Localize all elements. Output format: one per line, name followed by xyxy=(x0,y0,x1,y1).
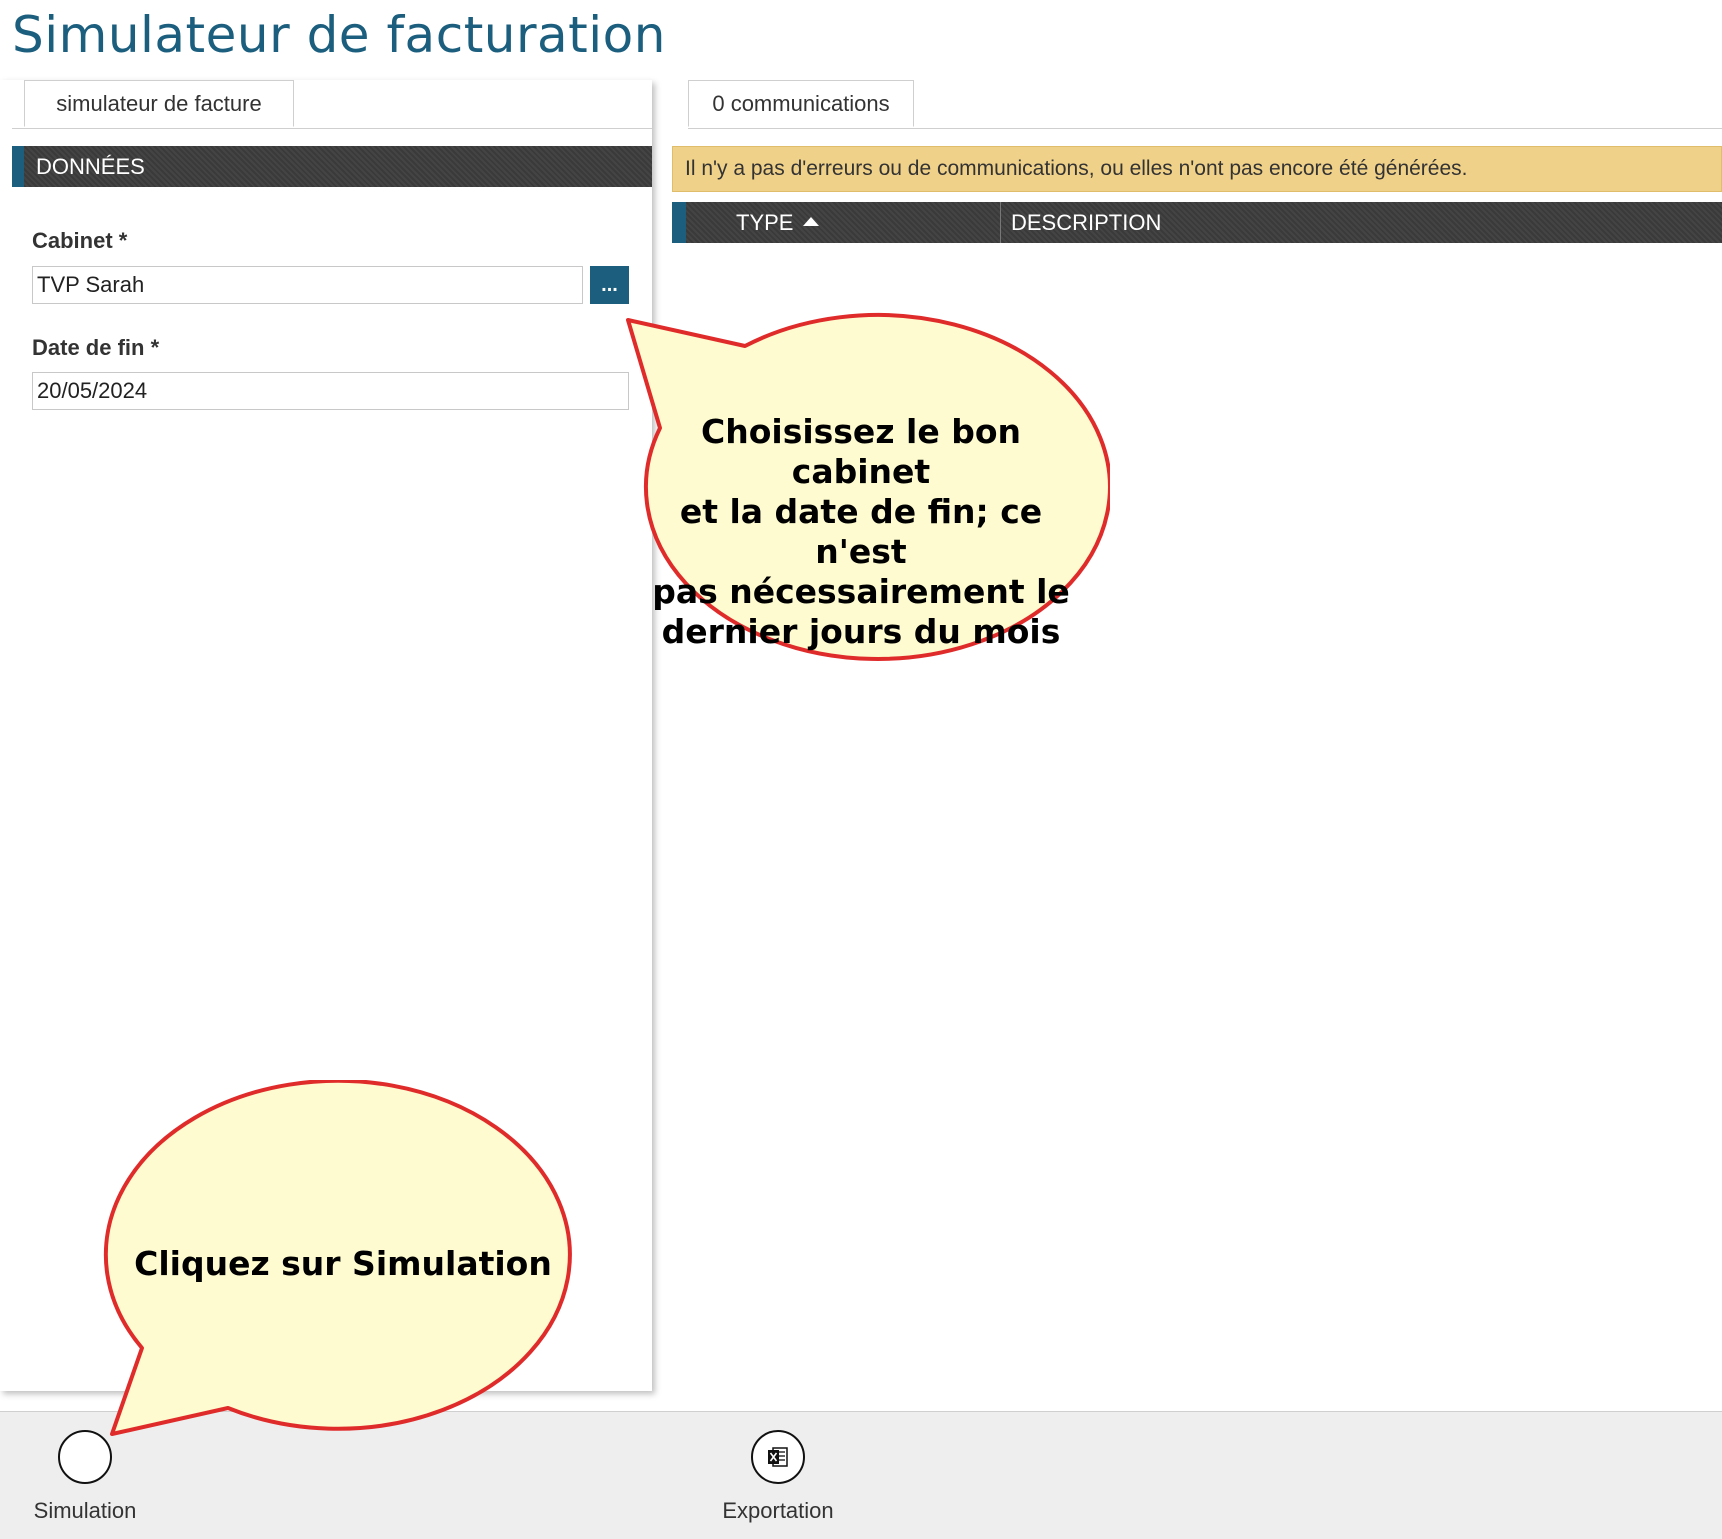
left-tabbar: simulateur de facture xyxy=(12,80,652,129)
cabinet-browse-button[interactable]: ... xyxy=(590,266,629,304)
callout-choose-cabinet-text: Choisissez le bon cabinet et la date de … xyxy=(630,412,1092,652)
right-tabbar: 0 communications xyxy=(688,80,1722,129)
export-button[interactable]: Exportation xyxy=(708,1412,848,1539)
tab-communications[interactable]: 0 communications xyxy=(688,80,914,127)
sort-ascending-icon xyxy=(803,216,820,226)
excel-icon xyxy=(751,1430,805,1484)
end-date-label: Date de fin * xyxy=(32,335,160,360)
callout-click-simulation-text: Cliquez sur Simulation xyxy=(134,1244,552,1283)
page-title: Simulateur de facturation xyxy=(12,6,666,64)
callout-line: Choisissez le bon cabinet xyxy=(701,412,1021,491)
simulation-label: Simulation xyxy=(33,1498,137,1523)
circle-icon xyxy=(58,1430,112,1484)
cabinet-input[interactable]: TVP Sarah xyxy=(32,266,583,304)
end-date-input[interactable]: 20/05/2024 xyxy=(32,372,629,410)
column-header-type[interactable]: TYPE xyxy=(736,202,986,243)
no-communications-warning: Il n'y a pas d'erreurs ou de communicati… xyxy=(672,146,1722,192)
section-header-donnees: DONNÉES xyxy=(12,146,652,187)
column-type-label: TYPE xyxy=(736,210,794,235)
bottom-toolbar: Simulation Exportation xyxy=(0,1411,1722,1539)
callout-line: et la date de fin; ce n'est xyxy=(679,492,1043,571)
export-label: Exportation xyxy=(722,1498,834,1523)
callout-line: pas nécessairement le xyxy=(652,572,1070,611)
simulation-button[interactable]: Simulation xyxy=(15,1412,155,1539)
cabinet-label: Cabinet * xyxy=(32,228,128,253)
column-header-description[interactable]: DESCRIPTION xyxy=(1000,202,1711,243)
tab-simulateur-de-facture[interactable]: simulateur de facture xyxy=(24,80,294,127)
communications-grid-header: TYPE DESCRIPTION xyxy=(672,202,1722,243)
callout-line: dernier jours du mois xyxy=(661,612,1061,651)
